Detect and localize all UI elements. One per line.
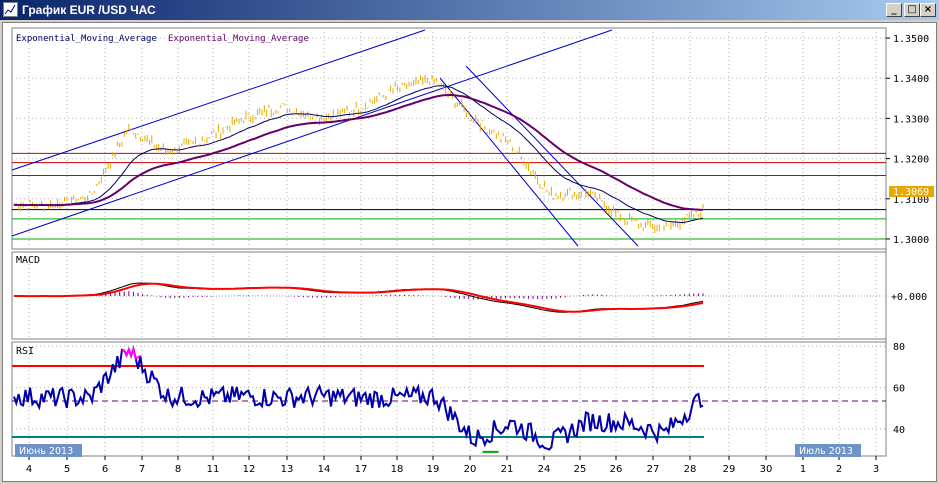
horizontal-levels[interactable]: [12, 152, 886, 240]
month-right-label: Июль 2013: [799, 446, 853, 457]
current-price-label: 1.3069: [893, 187, 929, 198]
day-tick-label: 7: [139, 464, 145, 475]
price-tick-label: 1.3500: [893, 34, 929, 45]
day-tick-label: 19: [427, 464, 440, 475]
day-tick-label: 12: [243, 464, 256, 475]
rsi-grid: [12, 342, 886, 456]
day-tick-label: 5: [64, 464, 70, 475]
time-axis: 4 5 6 7 8 11 12 13 14 17 18 19 20 21 24 25 26 27 28 29 30 1 2 3: [26, 456, 879, 475]
rsi-tick-label: 40: [893, 425, 905, 436]
price-tick-label: 1.3000: [893, 235, 929, 246]
day-tick-label: 8: [175, 464, 181, 475]
day-tick-label: 27: [647, 464, 660, 475]
day-tick-label: 24: [538, 464, 551, 475]
day-tick-label: 11: [207, 464, 220, 475]
day-tick-label: 6: [102, 464, 108, 475]
day-tick-label: 30: [760, 464, 773, 475]
day-tick-label: 17: [355, 464, 368, 475]
ema-label-2: Exponential_Moving_Average: [168, 34, 309, 44]
rsi-tick-label: 80: [893, 342, 905, 353]
price-tick-label: 1.3200: [893, 155, 929, 166]
day-tick-label: 2: [836, 464, 842, 475]
chart-svg: Exponential_Moving_Average Exponential_M…: [11, 27, 934, 475]
day-tick-label: 3: [873, 464, 879, 475]
day-tick-label: 1: [800, 464, 806, 475]
day-tick-label: 20: [464, 464, 477, 475]
rsi-line[interactable]: [13, 345, 704, 451]
day-tick-label: 25: [574, 464, 587, 475]
macd-zero-label: +0.000: [891, 292, 927, 303]
day-tick-label: 13: [281, 464, 294, 475]
day-tick-label: 28: [684, 464, 697, 475]
rsi-overbought-segment: [121, 345, 141, 361]
macd-signal-line[interactable]: [13, 282, 704, 313]
macd-label: MACD: [16, 255, 40, 266]
day-tick-label: 29: [723, 464, 736, 475]
rsi-axis: 80 60 40: [893, 342, 905, 436]
channel-upper-line[interactable]: [11, 29, 426, 171]
day-tick-label: 26: [610, 464, 623, 475]
day-tick-label: 18: [391, 464, 404, 475]
rsi-panel-border: [11, 341, 887, 457]
rsi-label: RSI: [16, 346, 34, 357]
day-tick-label: 4: [26, 464, 32, 475]
month-left-label: Июнь 2013: [19, 446, 73, 457]
price-axis: 1.35001.34001.33001.32001.31001.3000: [886, 34, 929, 246]
price-tick-label: 1.3400: [893, 74, 929, 85]
ema-fast-line[interactable]: [13, 85, 704, 224]
macd-main-line[interactable]: [13, 282, 704, 313]
ema-label-1: Exponential_Moving_Average: [16, 34, 157, 44]
price-tick-label: 1.3300: [893, 114, 929, 125]
day-tick-label: 14: [318, 464, 331, 475]
channel-lower-line[interactable]: [11, 29, 613, 237]
rsi-tick-label: 60: [893, 384, 905, 395]
day-tick-label: 21: [501, 464, 514, 475]
